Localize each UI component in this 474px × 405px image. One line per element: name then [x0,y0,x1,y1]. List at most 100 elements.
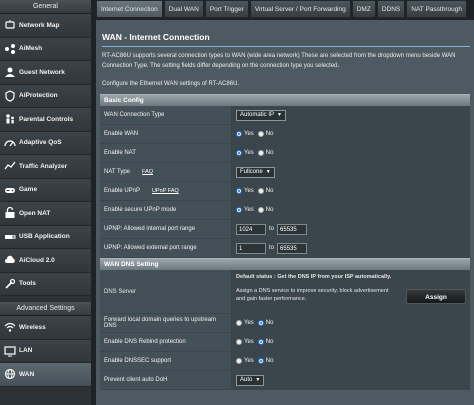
radio-selected-icon [236,207,242,213]
sidebar: General Network Map AiMesh Guest Network… [0,0,91,405]
tab-internet-connection[interactable]: Internet Connection [96,0,163,18]
tab-ddns[interactable]: DDNS [376,0,406,18]
external-port-range-row: UPNP: Allowed external port range 1 to 6… [100,239,470,258]
dns-server-row: DNS Server Default status : Get the DNS … [100,270,470,314]
secure-upnp-yes-radio[interactable]: Yes [236,207,254,213]
nat-type-select[interactable]: Fullcone ▼ [236,166,275,178]
enable-upnp-label-cell: Enable UPnP UPnP FAQ [100,182,232,200]
nat-type-row: NAT Type FAQ Fullcone ▼ [100,163,470,182]
sidebar-item-label: Network Map [19,21,60,29]
sidebar-item-label: AiMesh [19,45,43,53]
internal-port-range-row: UPNP: Allowed internal port range 1024 t… [100,220,470,239]
sidebar-item-label: LAN [19,347,33,355]
prevent-doh-select[interactable]: Auto ▼ [236,374,265,386]
tab-port-trigger[interactable]: Port Trigger [204,0,249,18]
internal-port-to-input[interactable]: 65535 [277,223,308,235]
internal-port-from-input[interactable]: 1024 [236,223,266,235]
basic-config-header: Basic Config [100,94,470,106]
page-description: RT-AC86U supports several connection typ… [102,53,456,69]
dnssec-row: Enable DNSSEC support Yes No [100,352,470,371]
wan-connection-type-select[interactable]: Automatic IP ▼ [236,109,286,121]
enable-wan-label: Enable WAN [100,125,232,143]
enable-nat-label: Enable NAT [100,144,232,162]
sidebar-item-usb-application[interactable]: USB Application [0,225,91,249]
enable-upnp-yes-radio[interactable]: Yes [236,188,254,194]
dnssec-yes-radio[interactable]: Yes [236,358,254,364]
wan-dns-header: WAN DNS Setting [100,258,470,270]
enable-wan-row: Enable WAN Yes No [100,125,470,144]
sidebar-item-tools[interactable]: Tools [0,272,91,296]
wan-connection-type-label: WAN Connection Type [100,106,232,124]
sidebar-item-aiprotection[interactable]: AiProtection [0,84,91,108]
sidebar-item-wireless[interactable]: Wireless [0,316,91,340]
shield-icon [4,90,16,102]
radio-empty-icon [236,358,242,364]
radio-label: No [265,320,274,326]
sidebar-item-label: WAN [19,370,35,378]
assign-button[interactable]: Assign [406,289,466,304]
sidebar-item-label: Game [19,186,38,194]
enable-nat-no-radio[interactable]: No [257,150,273,156]
radio-selected-icon [236,188,242,194]
sidebar-item-adaptive-qos[interactable]: Adaptive QoS [0,131,91,155]
enable-wan-yes-radio[interactable]: Yes [236,131,254,137]
page-title: WAN - Internet Connection [102,32,210,42]
forward-local-domain-row: Forward local domain queries to upstream… [100,314,470,333]
chevron-down-icon: ▼ [265,169,271,175]
nat-type-faq-link[interactable]: FAQ [142,169,153,175]
sidebar-item-guest-network[interactable]: Guest Network [0,61,91,85]
external-port-to-input[interactable]: 65535 [277,242,308,254]
radio-empty-icon [257,188,264,194]
traffic-analyzer-icon [4,160,16,172]
secure-upnp-no-radio[interactable]: No [257,207,273,213]
sidebar-item-label: Parental Controls [19,115,74,123]
radio-label: Yes [244,358,254,364]
sidebar-item-label: AiProtection [19,92,58,100]
to-label: to [269,245,275,251]
dns-default-status: Default status : Get the DNS IP from you… [236,274,392,280]
rebind-yes-radio[interactable]: Yes [236,339,254,345]
tab-dmz[interactable]: DMZ [351,0,376,18]
sidebar-item-network-map[interactable]: Network Map [0,14,91,38]
enable-wan-no-radio[interactable]: No [257,131,273,137]
sidebar-item-game[interactable]: Game [0,178,91,202]
internal-port-range-label: UPNP: Allowed internal port range [100,220,232,238]
nat-type-value: Fullcone [240,169,263,175]
cloud-icon [4,254,16,266]
chevron-down-icon: ▼ [255,377,261,383]
sidebar-item-label: Traffic Analyzer [19,162,68,170]
dnssec-no-radio[interactable]: No [257,358,273,364]
dns-rebind-row: Enable DNS Rebind protection Yes No [100,333,470,352]
secure-upnp-row: Enable secure UPnP mode Yes No [100,201,470,220]
sidebar-item-aicloud[interactable]: AiCloud 2.0 [0,249,91,273]
external-port-from-input[interactable]: 1 [236,242,266,254]
forward-yes-radio[interactable]: Yes [236,320,254,326]
dns-assign-description: Assign a DNS service to improve security… [236,288,389,302]
dns-server-label: DNS Server [100,270,232,313]
sidebar-item-label: Adaptive QoS [19,139,62,147]
tab-virtual-server[interactable]: Virtual Server / Port Forwarding [249,0,351,18]
wireless-icon [4,321,16,333]
enable-nat-yes-radio[interactable]: Yes [236,150,254,156]
sidebar-item-lan[interactable]: LAN [0,339,91,363]
radio-selected-icon [257,339,264,345]
rebind-no-radio[interactable]: No [257,339,274,345]
tab-nat-passthrough[interactable]: NAT Passthrough [406,0,467,18]
radio-label: Yes [244,150,254,156]
parental-controls-icon [4,113,16,125]
radio-label: No [265,339,274,345]
enable-upnp-no-radio[interactable]: No [257,188,273,194]
radio-label: Yes [244,188,254,194]
sidebar-item-aimesh[interactable]: AiMesh [0,37,91,61]
forward-no-radio[interactable]: No [257,320,274,326]
sidebar-item-parental-controls[interactable]: Parental Controls [0,108,91,132]
sidebar-item-label: Guest Network [19,68,65,76]
network-map-icon [4,19,16,31]
sidebar-item-traffic-analyzer[interactable]: Traffic Analyzer [0,155,91,179]
tab-dual-wan[interactable]: Dual WAN [163,0,204,18]
sidebar-item-open-nat[interactable]: Open NAT [0,202,91,226]
upnp-faq-link[interactable]: UPnP FAQ [152,188,179,194]
main-panel: WAN - Internet Connection RT-AC86U suppo… [96,20,474,405]
sidebar-item-wan[interactable]: WAN [0,363,91,387]
sidebar-item-label: Open NAT [19,209,51,217]
